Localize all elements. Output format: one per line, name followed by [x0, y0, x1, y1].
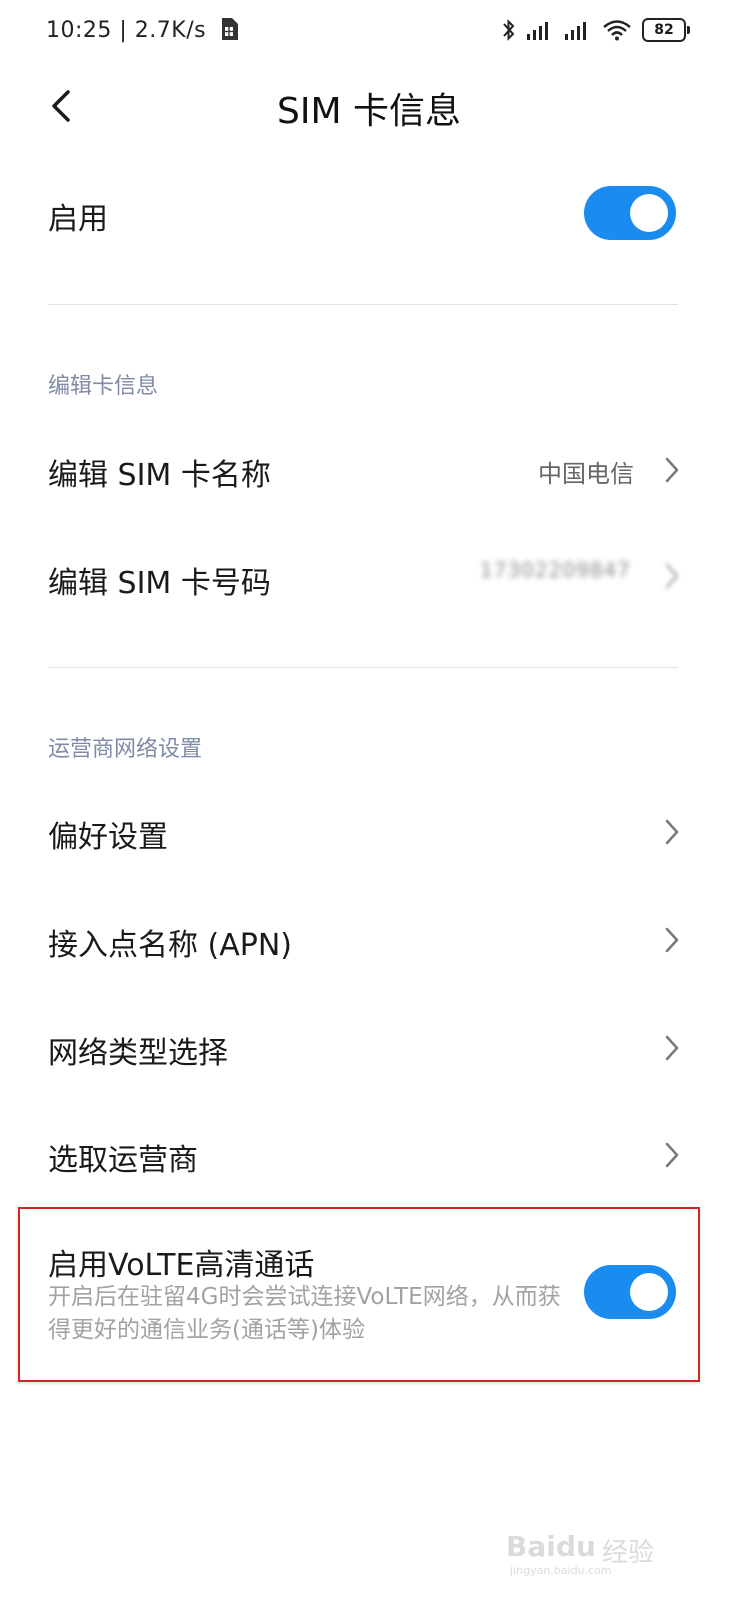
watermark-brand: Bai	[506, 1530, 556, 1563]
toggle-knob	[630, 194, 668, 232]
signal-2-icon	[565, 22, 586, 40]
chevron-right-icon	[665, 1035, 679, 1061]
watermark-url: jingyan.baidu.com	[510, 1564, 612, 1577]
chevron-right-icon	[665, 819, 679, 845]
baidu-watermark: Bai du 经验 jingyan.baidu.com	[506, 1530, 706, 1580]
divider	[48, 304, 678, 305]
sim-card-icon	[221, 18, 238, 40]
preferences-row[interactable]: 偏好设置	[0, 792, 738, 872]
toggle-knob	[630, 1273, 668, 1311]
network-type-label: 网络类型选择	[48, 1036, 228, 1071]
sim-number-value-blurred: 17302209847	[480, 558, 680, 588]
title-bar: SIM 卡信息	[0, 64, 738, 154]
sim-name-value: 中国电信	[538, 460, 634, 488]
chevron-right-icon	[665, 1142, 679, 1168]
edit-sim-name-label: 编辑 SIM 卡名称	[48, 458, 271, 493]
section-title-carrier: 运营商网络设置	[48, 737, 203, 762]
sim-number-value: 17302209847	[480, 558, 631, 582]
apn-row[interactable]: 接入点名称 (APN)	[0, 900, 738, 980]
divider	[48, 667, 678, 668]
volte-description: 开启后在驻留4G时会尝试连接VoLTE网络，从而获得更好的通信业务(通话等)体验	[48, 1284, 561, 1343]
apn-label: 接入点名称 (APN)	[48, 928, 292, 963]
preferences-label: 偏好设置	[48, 820, 168, 855]
network-type-row[interactable]: 网络类型选择	[0, 1008, 738, 1088]
enable-sim-row[interactable]: 启用	[0, 170, 738, 260]
volte-title: 启用VoLTE高清通话	[48, 1248, 315, 1283]
wifi-icon	[603, 20, 631, 41]
chevron-right-icon	[665, 563, 679, 589]
enable-sim-toggle[interactable]	[584, 186, 676, 240]
status-time-speed: 10:25 | 2.7K/s	[46, 18, 207, 43]
edit-sim-number-label: 编辑 SIM 卡号码	[48, 566, 271, 601]
enable-label: 启用	[48, 202, 108, 237]
page-title: SIM 卡信息	[277, 91, 461, 132]
chevron-right-icon	[665, 927, 679, 953]
battery-indicator: 82	[642, 18, 690, 42]
chevron-right-icon	[665, 457, 679, 483]
select-carrier-label: 选取运营商	[48, 1143, 198, 1178]
bluetooth-icon	[503, 19, 515, 41]
edit-sim-name-row[interactable]: 编辑 SIM 卡名称 中国电信	[0, 430, 738, 510]
watermark-paw: du	[556, 1530, 596, 1563]
volte-toggle[interactable]	[584, 1265, 676, 1319]
status-bar: 10:25 | 2.7K/s 82	[0, 0, 738, 64]
select-carrier-row[interactable]: 选取运营商	[0, 1115, 738, 1195]
section-title-edit-card: 编辑卡信息	[48, 374, 159, 399]
signal-1-icon	[527, 22, 548, 40]
